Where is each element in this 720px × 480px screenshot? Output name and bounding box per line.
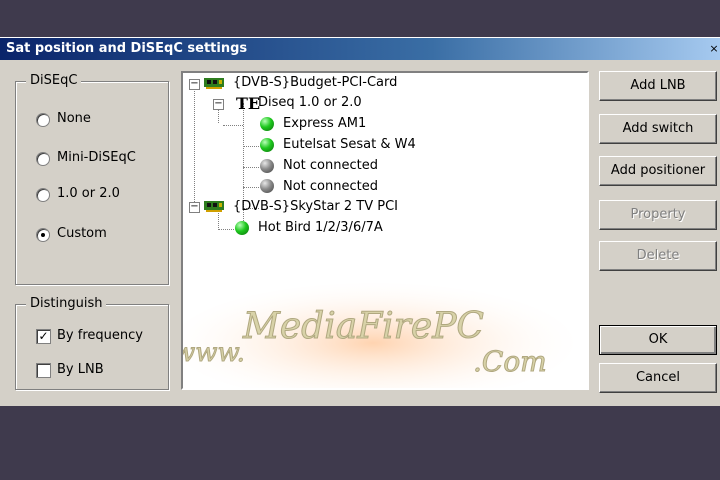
tree-connector [194, 85, 195, 202]
tree-node-not-connected-1[interactable]: Not connected [283, 156, 378, 176]
checkbox-icon[interactable] [36, 363, 51, 378]
tree-connector [223, 125, 243, 126]
switch-icon: TE [236, 94, 261, 113]
tree-connector [243, 167, 259, 168]
add-positioner-button[interactable]: Add positioner [599, 156, 717, 186]
pci-card-icon [204, 78, 224, 89]
tree-node-eutelsat-sesat[interactable]: Eutelsat Sesat & W4 [283, 135, 416, 155]
ok-button[interactable]: OK [599, 325, 717, 355]
tree-node-hot-bird[interactable]: Hot Bird 1/2/3/6/7A [258, 218, 383, 238]
tree-node-express-am1[interactable]: Express AM1 [283, 114, 366, 134]
radio-button-icon[interactable] [36, 113, 50, 127]
delete-button[interactable]: Delete [599, 241, 717, 271]
radio-1-0-or-2-0-label: 1.0 or 2.0 [57, 186, 120, 201]
radio-button-checked-icon[interactable] [36, 228, 50, 242]
tree-node-budget-pci-card[interactable]: {DVB-S}Budget-PCI-Card [233, 73, 397, 93]
tree-connector [243, 146, 259, 147]
disconnected-status-icon [260, 159, 274, 173]
collapse-icon[interactable]: − [213, 99, 224, 110]
pci-card-icon [204, 201, 224, 212]
watermark-prefix-text: www. [181, 338, 245, 368]
distinguish-group: Distinguish ✓ By frequency By LNB [15, 296, 169, 390]
by-lnb-label: By LNB [57, 362, 104, 377]
collapse-icon[interactable]: − [189, 202, 200, 213]
cancel-button[interactable]: Cancel [599, 363, 717, 393]
distinguish-legend: Distinguish [26, 296, 107, 312]
by-frequency-label: By frequency [57, 328, 143, 343]
watermark-suffix-text: .Com [473, 345, 547, 378]
connected-status-icon [235, 221, 249, 235]
title-bar[interactable]: Sat position and DiSEqC settings × [0, 38, 720, 60]
radio-custom-label: Custom [57, 226, 107, 241]
tree-connector [218, 229, 234, 230]
tree-node-not-connected-2[interactable]: Not connected [283, 177, 378, 197]
connected-status-icon [260, 117, 274, 131]
sat-position-dialog: Sat position and DiSEqC settings × DiSEq… [0, 37, 720, 407]
add-lnb-button[interactable]: Add LNB [599, 71, 717, 101]
device-tree[interactable]: MediaFirePC www. .Com − {DVB-S}Budget-PC… [181, 71, 589, 390]
watermark-logo: MediaFirePC www. .Com [181, 283, 573, 388]
radio-none-label: None [57, 111, 91, 126]
checkbox-checked-icon[interactable]: ✓ [36, 329, 51, 344]
tree-connector [243, 187, 259, 188]
radio-mini-diseqc-label: Mini-DiSEqC [57, 150, 136, 165]
window-title: Sat position and DiSEqC settings [6, 41, 248, 56]
diseqc-group: DiSEqC None Mini-DiSEqC 1.0 or 2.0 Custo… [15, 73, 169, 285]
diseqc-legend: DiSEqC [26, 73, 82, 89]
tree-node-diseq-switch[interactable]: Diseq 1.0 or 2.0 [258, 93, 362, 113]
close-icon[interactable]: × [709, 42, 719, 55]
radio-button-icon[interactable] [36, 188, 50, 202]
add-switch-button[interactable]: Add switch [599, 114, 717, 144]
watermark-main-text: MediaFirePC [242, 306, 484, 347]
connected-status-icon [260, 138, 274, 152]
desktop-background [0, 406, 720, 480]
radio-button-icon[interactable] [36, 152, 50, 166]
disconnected-status-icon [260, 179, 274, 193]
collapse-icon[interactable]: − [189, 79, 200, 90]
property-button[interactable]: Property [599, 200, 717, 230]
tree-node-skystar-2[interactable]: {DVB-S}SkyStar 2 TV PCI [233, 197, 398, 217]
